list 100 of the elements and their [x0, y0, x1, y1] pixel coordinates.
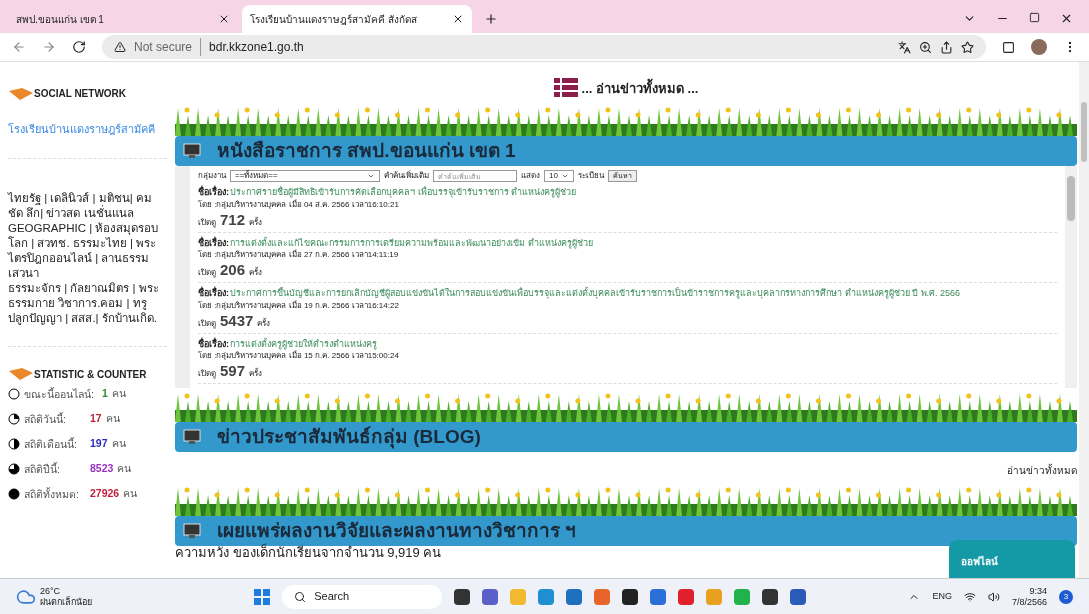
page-scrollbar[interactable] [1079, 62, 1089, 578]
close-icon[interactable] [1060, 12, 1073, 25]
subject-label: ชื่อเรื่อง: [198, 337, 229, 351]
box-icon [8, 367, 34, 381]
show-label: แสดง [521, 170, 540, 182]
app-icon[interactable] [454, 588, 471, 605]
star-icon[interactable] [961, 40, 974, 54]
close-icon[interactable] [218, 13, 230, 25]
document-meta: โดย :กลุ่มบริหารงานบุคคล เมื่อ 19 ก.ค. 2566 เวลา16:14:22 [198, 300, 400, 311]
keyword-label: คำค้นเพิ่มเติม [384, 170, 429, 182]
document-link[interactable]: ประกาศการขึ้นบัญชีและการยกเลิกบัญชีผู้สอบแข่งขันได้ในการสอบแข่งขันเพื่อบรรจุและแต่งตั้งบุคคลเข้ารับราชการเป็นข้าราชการครูและบุคลากรทางการศึกษา ตำแหน่งครูผู้ช่วย ปี พ.ศ. 2566 [230, 287, 961, 301]
stat-value: 17 [90, 410, 102, 426]
back-icon[interactable] [12, 40, 26, 54]
clock-time[interactable]: 9:34 [1029, 585, 1047, 597]
subject-label: ชื่อเรื่อง: [198, 287, 229, 300]
stat-unit: คน [111, 435, 126, 451]
group-select[interactable]: ==ทั้งหมด== [230, 170, 380, 182]
monitor-icon [183, 429, 201, 445]
pie-icon [8, 387, 20, 400]
document-meta: โดย :กลุ่มบริหารงานบุคคล เมื่อ 27 ก.ค. 2566 เวลา14:11:19 [198, 250, 400, 260]
chat-status: ออฟไลน์ [961, 556, 998, 567]
subject-label: ชื่อเรื่อง: [198, 236, 229, 250]
subject-label: ชื่อเรื่อง: [198, 186, 229, 199]
links-paragraph: ไทยรัฐ | เดลินิวส์ | มติชน| คม ชัด ลึก| ข่าวสด เนชั่นแนล GEOGRAPHIC | ห้องสมุดรอบโลก | สวทช. ธรรมะไทย | พระไตรปิฎกออนไลน์ | ลานธรรมเสวนา [8, 190, 160, 281]
views-count: 597 [220, 363, 246, 379]
section-title: เผยแพร่ผลงานวิจัยและผลงานทางวิชาการ ฯ [217, 518, 577, 543]
views-unit: ครั้ง [249, 368, 263, 380]
pie-icon [8, 462, 20, 475]
url-text: bdr.kkzone1.go.th [209, 39, 304, 56]
stat-label: สถิติเดือนนี้: [24, 436, 78, 452]
records-label: ระเบียน [578, 170, 604, 182]
stat-label: สถิติวันนี้: [24, 411, 67, 427]
tab-title: สพป.ขอนแก่น เขต 1 [16, 12, 105, 27]
stats-title: STATISTIC & COUNTER [34, 367, 147, 382]
school-link[interactable]: โรงเรียนบ้านแดงราษฎร์สามัคคี [8, 121, 167, 138]
new-tab-icon[interactable] [484, 12, 498, 26]
views-label: เปิดดู [198, 317, 216, 330]
views-label: เปิดดู [198, 267, 216, 279]
forward-icon[interactable] [42, 40, 56, 54]
clock-date[interactable]: 7/8/2566 [1011, 596, 1047, 608]
temperature: 26°C [40, 585, 62, 596]
stat-label: สถิติปีนี้: [24, 461, 61, 477]
views-count: 5437 [220, 312, 254, 329]
browser-tab[interactable]: โรงเรียนบ้านแดงราษฎร์สามัคคี สังกัดส [242, 5, 472, 33]
read-all-link[interactable]: อ่านข่าวทั้งหมด [1007, 463, 1077, 478]
language-indicator[interactable]: ENG [932, 589, 952, 604]
security-label: Not secure [134, 38, 202, 56]
document-link[interactable]: การแต่งตั้งและแก้ไขคณะกรรมการการเตรียมความพร้อมและพัฒนาอย่างเข้ม ตำแหน่งครูผู้ช่วย [230, 236, 593, 250]
stat-label: สถิติทั้งหมด: [24, 486, 80, 502]
views-count: 712 [220, 211, 246, 228]
views-label: เปิดดู [198, 368, 216, 380]
caret-icon [367, 172, 375, 180]
views-unit: ครั้ง [249, 267, 263, 279]
read-all-heading[interactable]: ... อ่านข่าวทั้งหมด ... [581, 78, 699, 98]
tab-title: โรงเรียนบ้านแดงราษฎร์สามัคคี สังกัดส [250, 12, 418, 27]
notification-badge[interactable]: 3 [1059, 589, 1073, 604]
close-icon[interactable] [452, 13, 464, 25]
section-title: หนังสือราชการ สพป.ขอนแก่น เขต 1 [217, 138, 516, 163]
page-size-select[interactable]: 10 [544, 170, 574, 182]
sidebar-icon[interactable] [1002, 40, 1015, 54]
maximize-icon[interactable] [1029, 12, 1040, 23]
translate-icon[interactable] [898, 40, 911, 54]
zoom-icon[interactable] [919, 40, 932, 54]
stat-value: 197 [90, 435, 108, 451]
stat-value: 1 [101, 385, 108, 401]
share-icon[interactable] [940, 40, 953, 54]
document-meta: โดย :กลุ่มบริหารงานบุคคล เมื่อ 04 ส.ค. 2566 เวลา16:10:21 [198, 199, 399, 210]
caret-icon [561, 172, 569, 180]
stat-unit: คน [123, 485, 138, 501]
wifi-icon[interactable] [963, 590, 976, 603]
speaker-icon[interactable] [987, 590, 1000, 603]
monitor-icon [183, 523, 201, 539]
list-icon [553, 78, 578, 98]
stat-unit: คน [105, 410, 120, 426]
stat-value: 27926 [90, 485, 120, 501]
monitor-icon [183, 143, 201, 159]
weather-label: ฝนตกเล็กน้อย [40, 596, 92, 608]
pie-icon [8, 437, 20, 450]
app-icon[interactable] [762, 588, 779, 605]
start-icon[interactable] [254, 588, 271, 605]
views-label: เปิดดู [198, 216, 216, 229]
document-meta: โดย :กลุ่มบริหารงานบุคคล เมื่อ 15 ก.ค. 2566 เวลา15:00:24 [198, 351, 400, 361]
pie-icon [8, 487, 20, 500]
stat-value: 8523 [90, 460, 114, 476]
document-link[interactable]: การแต่งตั้งครูผู้ช่วยให้ดำรงตำแหน่งครู [230, 337, 377, 351]
search-box[interactable]: Search [282, 584, 443, 609]
views-unit: ครั้ง [249, 216, 263, 229]
reload-icon[interactable] [72, 40, 86, 54]
section-title: ข่าวประชาสัมพันธ์กลุ่ม (BLOG) [217, 424, 481, 451]
social-title: SOCIAL NETWORK [34, 87, 127, 101]
avatar-icon[interactable] [1031, 39, 1047, 55]
pie-icon [8, 412, 20, 425]
app-icon[interactable] [622, 588, 639, 605]
address-bar[interactable]: Not secure bdr.kkzone1.go.th [102, 35, 986, 59]
warning-icon [114, 41, 126, 53]
stat-label: ขณะนี้ออนไลน์: [24, 386, 95, 402]
document-link[interactable]: ประกาศรายชื่อผู้มีสิทธิเข้ารับการคัดเลือกบุคคลฯ เพื่อบรรจุเข้ารับราชการ ตำแหน่งครูผู้ช่วย [230, 186, 576, 200]
views-count: 206 [220, 262, 246, 278]
stat-unit: คน [111, 385, 126, 401]
group-label: กลุ่มงาน [198, 170, 226, 182]
